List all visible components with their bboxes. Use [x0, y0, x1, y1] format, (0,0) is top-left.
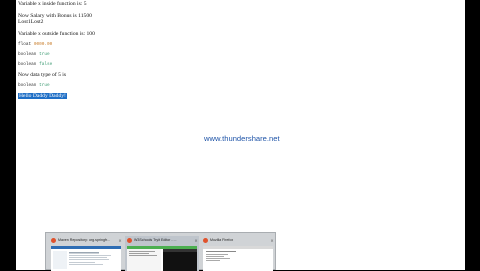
- window-thumbnail-maven[interactable]: Maven Repository: org.springfr... ×: [49, 236, 123, 271]
- output-line: Variable x outside function is: 100: [18, 31, 95, 37]
- thumbnail-preview: [203, 246, 273, 271]
- selected-text[interactable]: Hello Daddy Daddy!: [18, 93, 67, 99]
- code-type: boolean: [18, 62, 37, 67]
- thumbnail-title: W3Schools Tryit Editor - ...: [134, 238, 177, 242]
- close-icon[interactable]: ×: [193, 238, 199, 243]
- output-line: Lost1Lost2: [18, 19, 44, 25]
- code-value: 0000.00: [33, 42, 53, 47]
- code-type: boolean: [18, 52, 37, 57]
- output-line: Variable x inside function is: 5: [18, 1, 87, 7]
- firefox-icon: [51, 237, 56, 243]
- firefox-icon: [127, 237, 132, 243]
- code-type: float: [18, 42, 32, 47]
- code-value: true: [39, 52, 50, 57]
- thumbnail-titlebar: W3Schools Tryit Editor - ... ×: [125, 236, 199, 244]
- taskbar-preview-popup: Maven Repository: org.springfr... × W3Sc…: [45, 232, 276, 271]
- thumbnail-title: Mozilla Firefox: [210, 238, 234, 242]
- preview-image: [203, 246, 273, 261]
- preview-image: [51, 246, 121, 269]
- code-output-line: boolean true: [18, 83, 50, 88]
- code-output-line: boolean false: [18, 62, 52, 67]
- preview-image: [127, 246, 197, 271]
- code-output-line: float 0000.00: [18, 42, 52, 47]
- thumbnail-title: Maven Repository: org.springfr...: [58, 238, 110, 242]
- browser-page: Variable x inside function is: 5 Now Sal…: [16, 0, 465, 270]
- code-value: true: [39, 83, 50, 88]
- thumbnail-preview: [127, 246, 197, 271]
- watermark: www.thundershare.net: [204, 134, 280, 143]
- code-value: false: [39, 62, 53, 67]
- thumbnail-titlebar: Maven Repository: org.springfr... ×: [49, 236, 123, 244]
- output-line: Now data type of 5 is: [18, 72, 67, 78]
- window-thumbnail-firefox[interactable]: Mozilla Firefox ×: [201, 236, 275, 271]
- window-thumbnail-w3schools[interactable]: W3Schools Tryit Editor - ... ×: [125, 236, 199, 271]
- selected-output-line[interactable]: Hello Daddy Daddy!: [18, 93, 67, 99]
- close-icon[interactable]: ×: [269, 238, 275, 243]
- code-output-line: boolean true: [18, 52, 50, 57]
- thumbnail-preview: [51, 246, 121, 271]
- thumbnail-titlebar: Mozilla Firefox ×: [201, 236, 275, 244]
- firefox-icon: [203, 237, 208, 243]
- close-icon[interactable]: ×: [117, 238, 123, 243]
- code-type: boolean: [18, 83, 37, 88]
